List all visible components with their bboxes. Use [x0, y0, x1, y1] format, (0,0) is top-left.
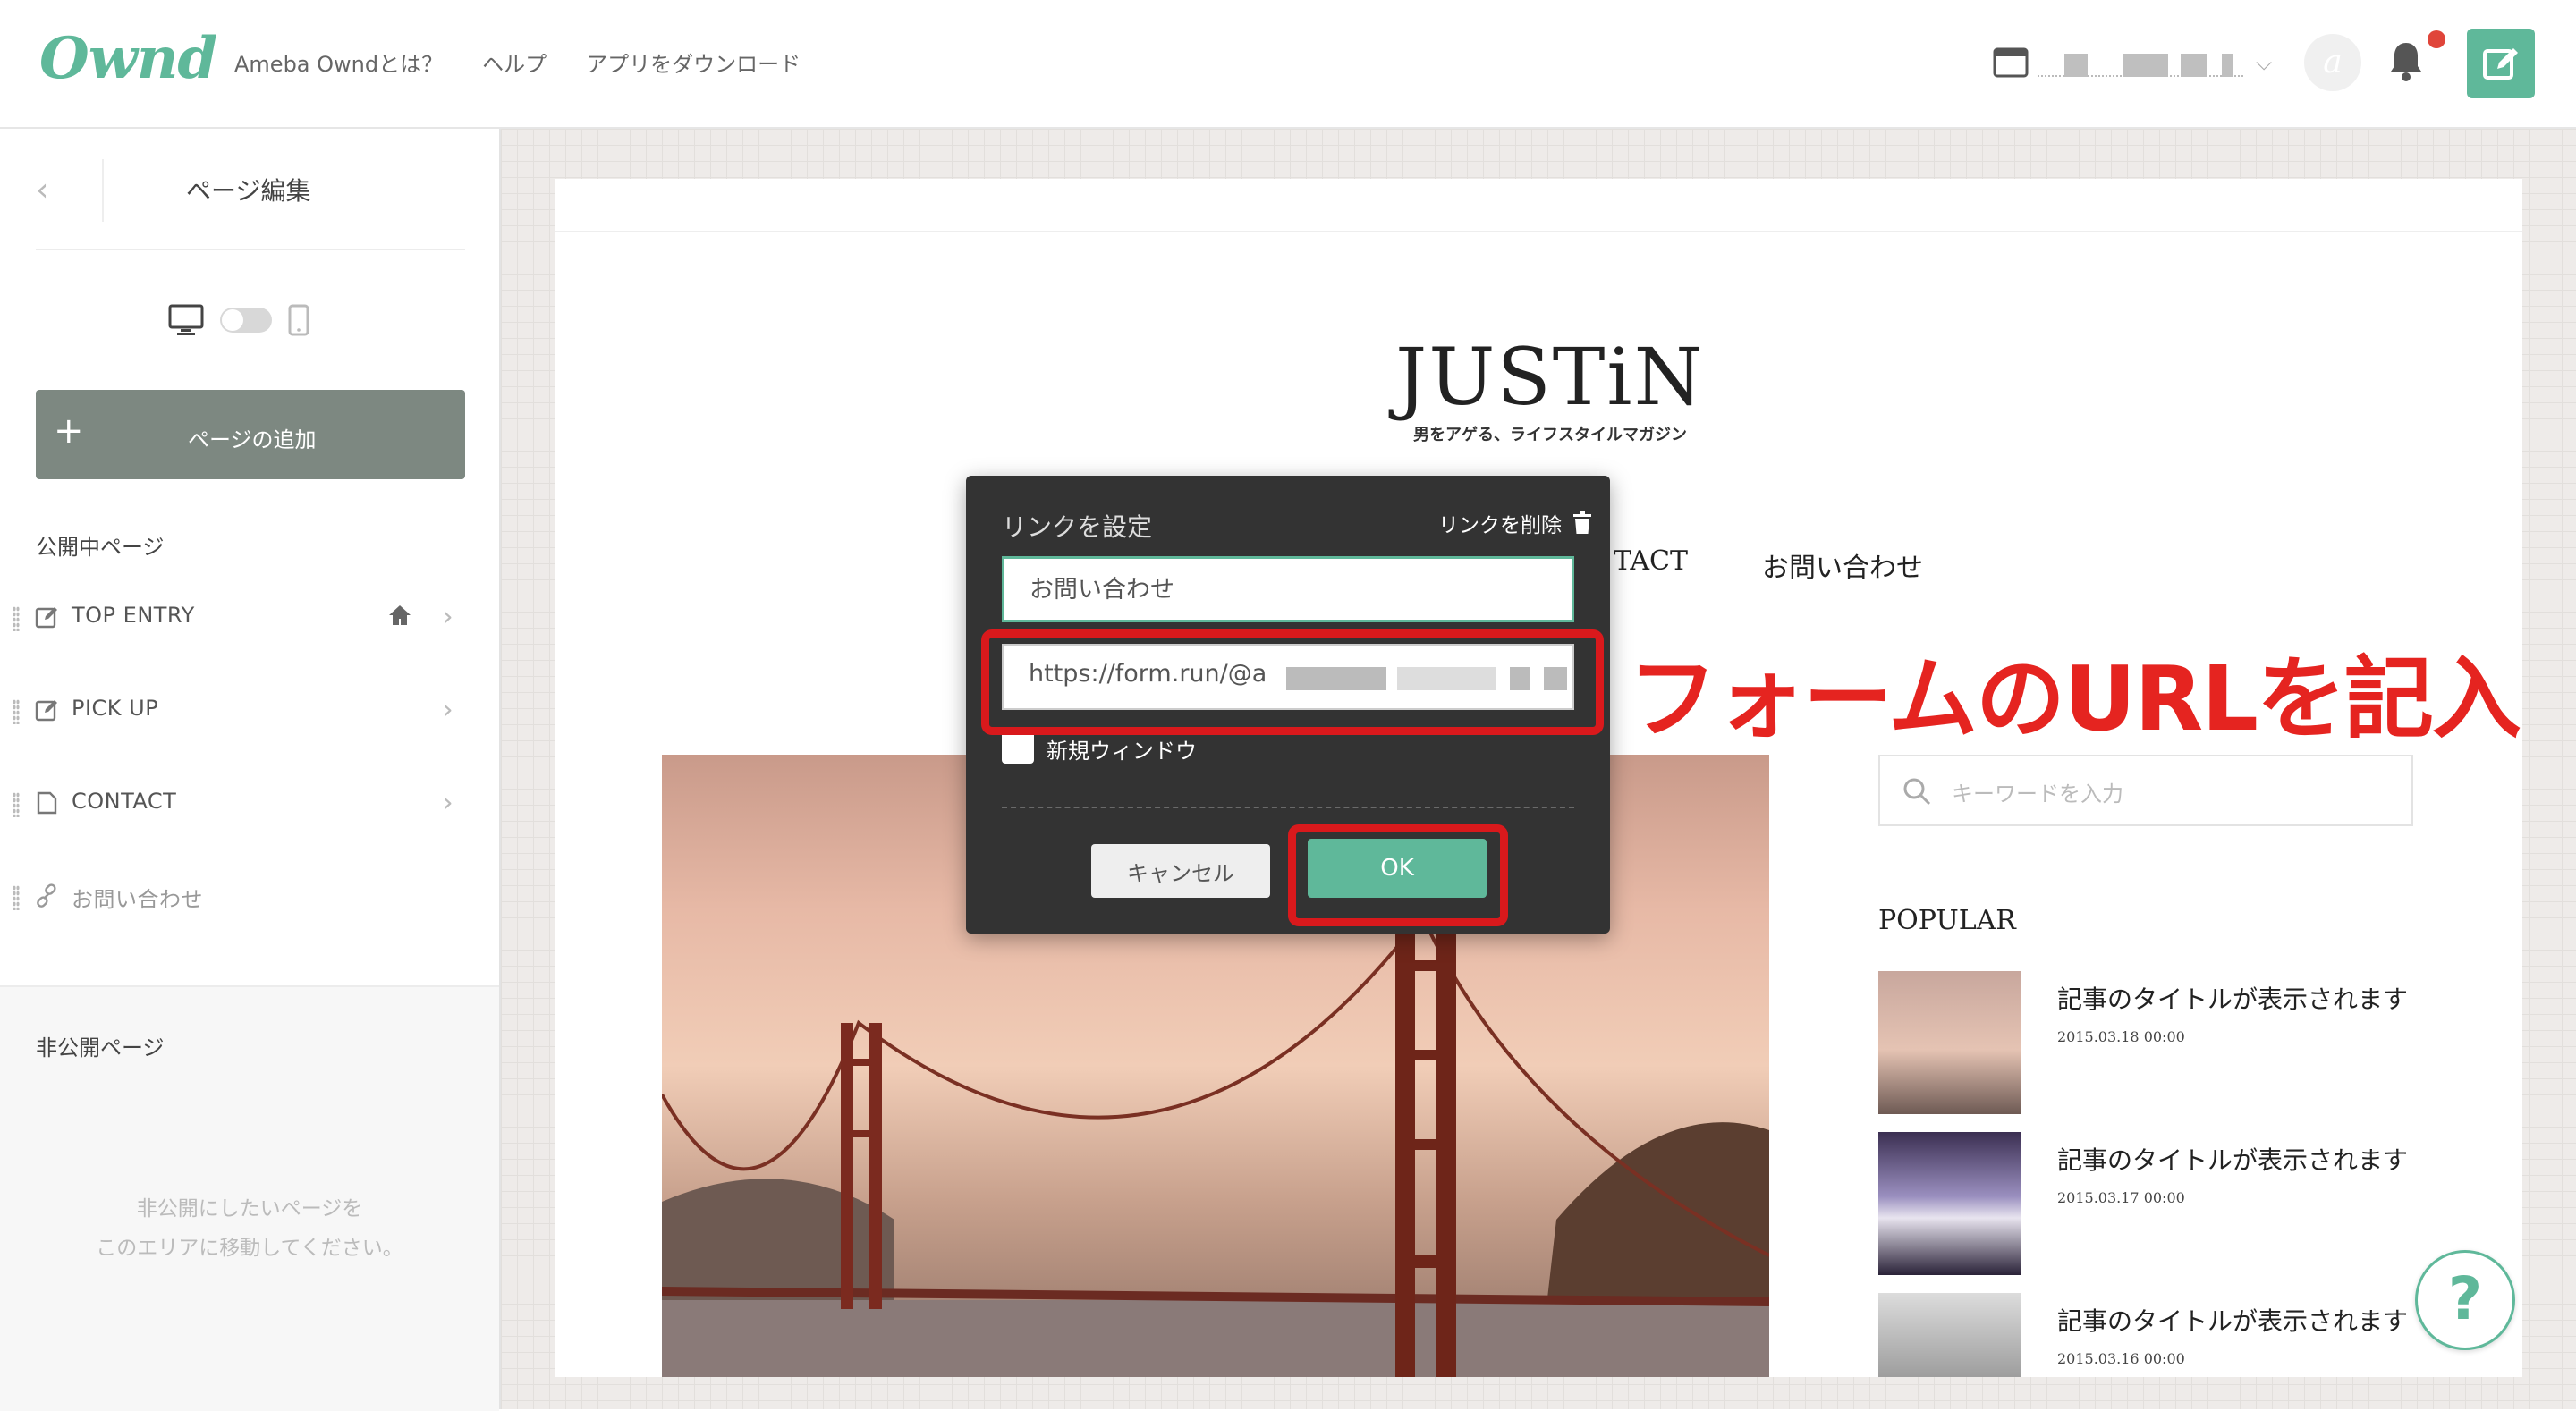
article-date: 2015.03.17 00:00: [2057, 1189, 2185, 1206]
sidebar-item-label: PICK UP: [72, 696, 159, 721]
site-selector[interactable]: ⌵: [1993, 41, 2277, 84]
sidebar-item-top-entry[interactable]: TOP ENTRY ›: [0, 590, 499, 644]
article-date: 2015.03.16 00:00: [2057, 1350, 2185, 1367]
desktop-icon[interactable]: [168, 304, 204, 336]
drag-handle[interactable]: [13, 885, 20, 910]
divider: [36, 249, 465, 250]
nav-about[interactable]: Ameba Owndとは？: [234, 46, 443, 78]
sidebar-title: ページ編集: [186, 176, 311, 206]
bell-icon[interactable]: [2388, 39, 2424, 86]
unpublished-hint: このエリアに移動してください。: [96, 1237, 403, 1260]
popular-heading: POPULAR: [1878, 905, 2016, 936]
home-icon: [389, 605, 411, 625]
page-icon: [37, 791, 57, 815]
instruction-annotation: フォームのURLを記入: [1628, 646, 2521, 751]
article-title: 記事のタイトルが表示されます: [2057, 1145, 2409, 1175]
remove-link-label: リンクを削除: [1438, 514, 1562, 537]
edit-icon: [35, 607, 57, 629]
ok-button-highlight: [1288, 824, 1508, 926]
chevron-right-icon: ›: [442, 692, 453, 726]
sidebar-item-inquiry-link[interactable]: お問い合わせ: [0, 869, 499, 923]
browser-window-icon: [1993, 47, 2029, 78]
sidebar-item-label: CONTACT: [72, 789, 177, 814]
help-button[interactable]: ?: [2415, 1250, 2515, 1350]
drag-handle[interactable]: [13, 699, 20, 724]
device-toggle: [168, 304, 309, 336]
edit-post-button[interactable]: [2467, 29, 2535, 98]
unpublished-section-label: 非公開ページ: [36, 1035, 165, 1060]
top-nav: Ameba Owndとは？ ヘルプ アプリをダウンロード: [234, 46, 801, 78]
url-field-highlight: [981, 629, 1604, 735]
divider: [1002, 807, 1574, 808]
trash-icon: [1573, 511, 1591, 534]
popular-article[interactable]: 記事のタイトルが表示されます 2015.03.17 00:00: [1878, 1132, 2433, 1275]
sidebar-item-contact[interactable]: CONTACT ›: [0, 776, 499, 830]
site-brand-logo[interactable]: JUSTiN: [1395, 331, 1705, 423]
article-thumbnail: [1878, 971, 2021, 1114]
divider: [102, 159, 104, 222]
device-switch[interactable]: [220, 308, 272, 333]
plus-icon: +: [54, 410, 84, 452]
article-title: 記事のタイトルが表示されます: [2057, 1306, 2409, 1336]
unpublished-hint: 非公開にしたいページを: [136, 1197, 363, 1221]
search-icon: [1903, 778, 1931, 806]
page-edit-sidebar: ‹ ページ編集 + ページの追加 公開中ページ TOP ENTRY › PICK…: [0, 129, 501, 1411]
add-page-label: ページの追加: [188, 427, 317, 452]
site-name-redacted: [2038, 48, 2243, 77]
published-section-label: 公開中ページ: [36, 535, 165, 560]
link-text-input[interactable]: お問い合わせ: [1002, 556, 1574, 622]
site-tagline: 男をアゲる、ライフスタイルマガジン: [1413, 426, 1687, 444]
article-thumbnail: [1878, 1293, 2021, 1377]
top-header: Ownd Ameba Owndとは？ ヘルプ アプリをダウンロード ⌵ a: [0, 0, 2576, 129]
chevron-right-icon: ›: [442, 785, 453, 819]
sidebar-item-label: TOP ENTRY: [72, 603, 195, 628]
link-icon: [37, 883, 56, 908]
preview-nav-contact[interactable]: TACT: [1614, 545, 1688, 577]
article-thumbnail: [1878, 1132, 2021, 1275]
cancel-button[interactable]: キャンセル: [1091, 844, 1270, 898]
add-page-button[interactable]: + ページの追加: [36, 390, 465, 479]
preview-nav-inquiry[interactable]: お問い合わせ: [1762, 545, 1923, 585]
dialog-title: リンクを設定: [1002, 512, 1153, 542]
nav-help[interactable]: ヘルプ: [482, 46, 547, 78]
search-input[interactable]: キーワードを入力: [1878, 755, 2413, 826]
avatar[interactable]: a: [2304, 34, 2361, 91]
popular-article[interactable]: 記事のタイトルが表示されます 2015.03.16 00:00: [1878, 1293, 2433, 1377]
drag-handle[interactable]: [13, 792, 20, 817]
popular-article[interactable]: 記事のタイトルが表示されます 2015.03.18 00:00: [1878, 971, 2433, 1114]
back-chevron-icon[interactable]: ‹: [36, 172, 48, 208]
pencil-square-icon: [2483, 48, 2518, 80]
sidebar-item-pick-up[interactable]: PICK UP ›: [0, 683, 499, 737]
article-date: 2015.03.18 00:00: [2057, 1028, 2185, 1045]
preview-topbar: [555, 179, 2522, 232]
new-window-label: 新規ウィンドウ: [1046, 739, 1197, 764]
mobile-icon[interactable]: [288, 304, 309, 336]
unpublished-area[interactable]: 非公開ページ 非公開にしたいページを このエリアに移動してください。: [0, 985, 499, 1411]
search-placeholder: キーワードを入力: [1952, 782, 2123, 807]
nav-download-app[interactable]: アプリをダウンロード: [586, 46, 801, 78]
ownd-logo[interactable]: Ownd: [39, 25, 217, 92]
drag-handle[interactable]: [13, 606, 20, 631]
chevron-down-icon: ⌵: [2256, 50, 2273, 75]
notification-dot: [2428, 30, 2445, 48]
new-window-checkbox[interactable]: [1002, 731, 1034, 764]
edit-icon: [35, 700, 57, 722]
remove-link-button[interactable]: リンクを削除: [1438, 508, 1592, 538]
sidebar-item-label: お問い合わせ: [72, 887, 203, 912]
article-title: 記事のタイトルが表示されます: [2057, 984, 2409, 1014]
chevron-right-icon: ›: [442, 599, 453, 633]
